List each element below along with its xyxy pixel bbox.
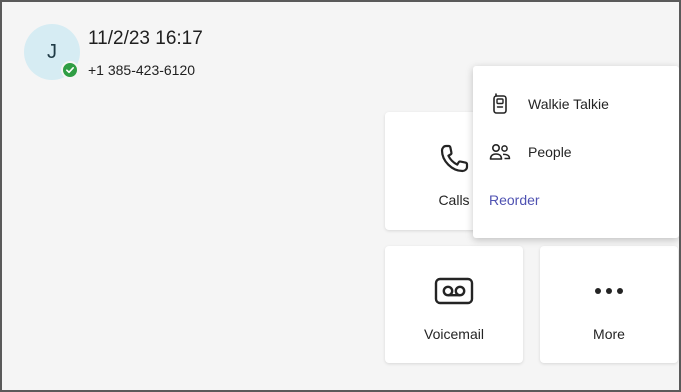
reorder-link[interactable]: Reorder xyxy=(489,192,540,208)
page-title: 11/2/23 16:17 xyxy=(88,28,203,49)
app-frame: J 11/2/23 16:17 +1 385-423-6120 Calls Vo… xyxy=(0,0,681,392)
more-label: More xyxy=(593,326,625,342)
walkie-talkie-icon xyxy=(489,93,511,115)
more-menu: Walkie Talkie People Reorder xyxy=(473,66,679,238)
checkmark-icon xyxy=(66,67,74,74)
menu-item-label: Walkie Talkie xyxy=(528,96,609,112)
presence-available-icon xyxy=(61,61,79,79)
menu-item-walkie-talkie[interactable]: Walkie Talkie xyxy=(473,82,679,126)
menu-item-people[interactable]: People xyxy=(473,130,679,174)
phone-icon xyxy=(437,142,471,176)
more-tile[interactable]: More xyxy=(540,246,678,363)
voicemail-label: Voicemail xyxy=(424,326,484,342)
avatar-initial: J xyxy=(47,40,57,63)
phone-number: +1 385-423-6120 xyxy=(88,62,196,78)
voicemail-tile[interactable]: Voicemail xyxy=(385,246,523,363)
menu-item-label: People xyxy=(528,144,572,160)
people-icon xyxy=(489,141,511,163)
voicemail-icon xyxy=(434,276,474,306)
more-dots-icon xyxy=(592,276,626,306)
